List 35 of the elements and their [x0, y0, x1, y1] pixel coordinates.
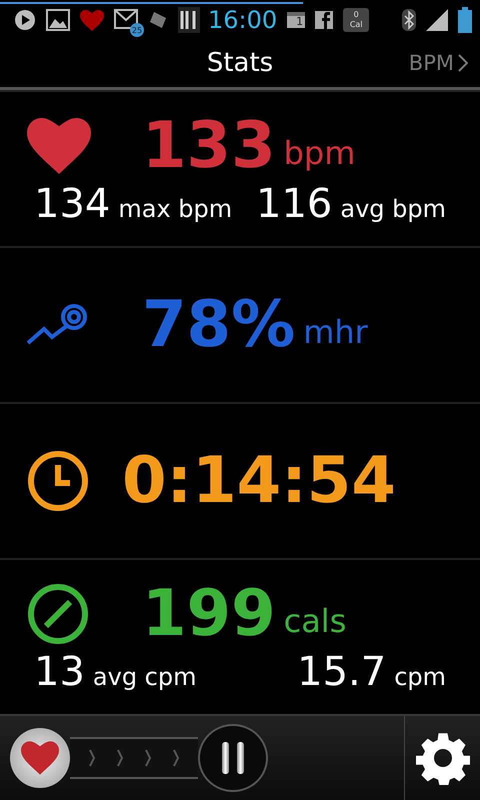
- heart-icon: [80, 10, 104, 30]
- stat-detail-value: 116: [256, 184, 332, 224]
- stat-detail-value: 134: [34, 184, 110, 224]
- bluetooth-icon: [402, 9, 416, 31]
- stat-detail-value: 15.7: [297, 652, 386, 692]
- signal-icon: [426, 9, 448, 31]
- stat-unit: cals: [284, 602, 346, 640]
- clock-icon: [26, 449, 90, 513]
- chevrons-icon: [88, 748, 180, 768]
- calorie-widget: 0 Cal: [343, 8, 370, 32]
- stat-detail-unit: max bpm: [118, 195, 232, 223]
- stat-value: 133: [142, 114, 276, 178]
- stat-value: 199: [142, 582, 276, 646]
- stat-value: 78%: [142, 293, 296, 357]
- battery-icon: [458, 7, 472, 33]
- screen-title: Stats: [206, 48, 274, 78]
- stat-detail-unit: avg bpm: [340, 195, 446, 223]
- play-icon: [14, 9, 36, 31]
- stat-value: 0:14:54: [122, 449, 396, 513]
- mail-count: 25: [130, 23, 144, 37]
- bpm-link[interactable]: BPM: [408, 50, 468, 74]
- calendar-day: 1: [287, 12, 306, 28]
- stat-detail-unit: avg cpm: [92, 663, 196, 691]
- clock-time: 16:00: [208, 6, 278, 34]
- heart-icon: [26, 118, 92, 174]
- mail-icon: [114, 9, 138, 29]
- stat-unit: mhr: [303, 313, 368, 351]
- facebook-icon: [315, 11, 334, 29]
- stat-unit: bpm: [284, 134, 356, 172]
- stat-detail-value: 13: [34, 652, 85, 692]
- image-icon: [46, 9, 70, 31]
- gauge-icon: [26, 582, 90, 646]
- stat-detail-unit: cpm: [394, 663, 446, 691]
- chevron-icon: [458, 54, 468, 72]
- trend-target-icon: [26, 303, 90, 347]
